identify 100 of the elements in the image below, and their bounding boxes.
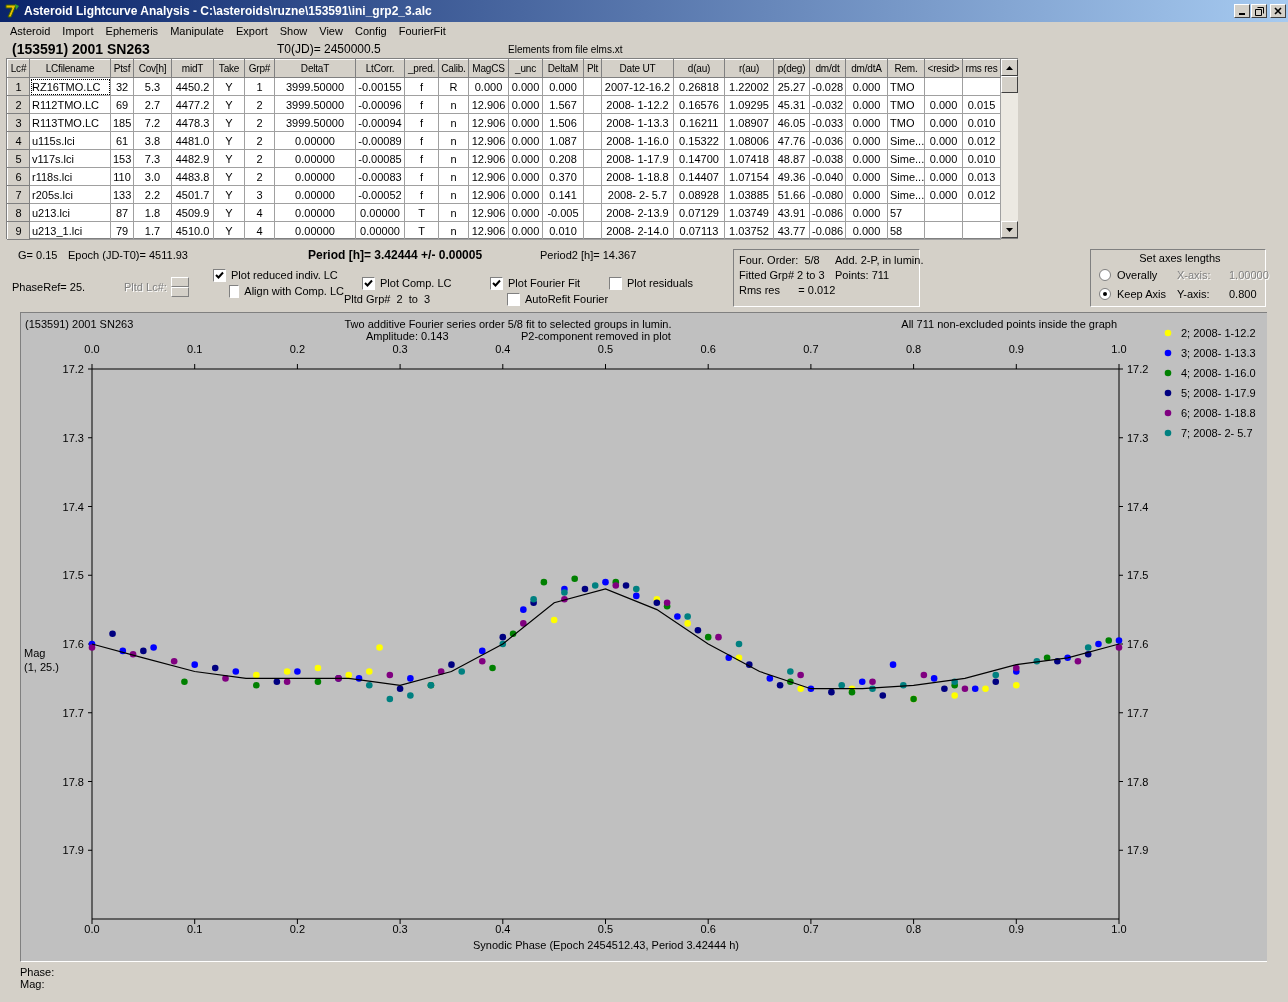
plotted-groups: Pltd Grp# 2 to 3	[344, 293, 490, 305]
table-cell: 0.000	[508, 185, 543, 204]
table-cell: 3999.50000	[274, 95, 356, 114]
fit-info-text: Fitted Grp# 2 to 3	[739, 269, 826, 281]
chart-object-name: (153591) 2001 SN263	[25, 318, 134, 330]
table-cell: 3999.50000	[274, 113, 356, 132]
table-cell: Y	[213, 131, 245, 150]
table-cell: -0.033	[809, 113, 846, 132]
table-cell: 0.000	[924, 167, 963, 186]
tick-label: 17.7	[1127, 706, 1149, 719]
tick-label: 0.8	[905, 343, 922, 355]
table-cell: 0.00000	[274, 221, 356, 240]
table-cell: 25.27	[773, 77, 810, 96]
table-cell: f	[404, 113, 439, 132]
table-cell: 4510.0	[171, 221, 214, 240]
table-cell: 0.000	[845, 167, 888, 186]
table-cell: 133	[110, 185, 134, 204]
table-cell: 2008- 2- 5.7	[601, 185, 674, 204]
table-cell: n	[438, 185, 469, 204]
tick-label: 0.1	[187, 343, 203, 355]
y-axis-subtitle: (1, 25.)	[24, 661, 59, 673]
tick-label: 0.4	[495, 923, 511, 935]
table-cell: u213_1.lci	[29, 221, 111, 240]
tick-label: 17.5	[1127, 569, 1149, 582]
status-label: Mag:	[20, 978, 46, 990]
legend-label: 3; 2008- 1-13.3	[1181, 347, 1256, 359]
table-cell: -0.00052	[355, 185, 405, 204]
table-cell: 79	[110, 221, 134, 240]
table-cell: 0.015	[962, 95, 1001, 114]
axis-length: 0.800	[1229, 288, 1258, 300]
table-cell: 0.16576	[673, 95, 725, 114]
x-axis-title: Synodic Phase (Epoch 2454512.43, Period 3.42444 h)	[473, 939, 739, 951]
tick-label: 17.6	[62, 638, 84, 650]
table-cell: 61	[110, 131, 134, 150]
tick-label: 17.8	[62, 775, 84, 788]
chart-subtitle: P2-component removed in plot	[521, 330, 671, 342]
table-cell: 1.03885	[724, 185, 774, 204]
table-cell: -0.086	[809, 221, 846, 240]
table-cell: 0.000	[924, 149, 963, 168]
table-cell: 58	[887, 221, 925, 240]
tick-label: 0.6	[700, 923, 716, 935]
table-cell: 4483.8	[171, 167, 214, 186]
table-cell: 1.8	[133, 203, 172, 222]
table-cell: 0.00000	[274, 167, 356, 186]
table-cell: -0.038	[809, 149, 846, 168]
tick-label: 17.8	[1127, 775, 1149, 788]
table-cell: 69	[110, 95, 134, 114]
table-cell: n	[438, 149, 469, 168]
table-cell: 49.36	[773, 167, 810, 186]
table-cell: 4481.0	[171, 131, 214, 150]
table-cell: 1.087	[542, 131, 584, 150]
table-cell: 110	[110, 167, 134, 186]
tick-label: 0.9	[1008, 923, 1024, 935]
elements-text: Elements from file elms.xt	[508, 43, 623, 55]
tick-label: 1.0	[1111, 343, 1127, 355]
table-cell: 0.010	[962, 149, 1001, 168]
table-cell: 12.906	[468, 185, 509, 204]
table-cell: 0.000	[508, 95, 543, 114]
table-cell: -0.080	[809, 185, 846, 204]
table-cell: f	[404, 77, 439, 96]
tick-label: 0.8	[905, 923, 922, 935]
table-cell: 0.000	[845, 95, 888, 114]
table-cell: 2	[244, 113, 275, 132]
table-cell: 2008- 1-18.8	[601, 167, 674, 186]
table-cell: f	[404, 149, 439, 168]
tick-label: 0.7	[803, 343, 819, 355]
table-cell: RZ16TMO.LC	[29, 77, 111, 96]
table-cell: 0.16211	[673, 113, 725, 132]
table-cell: Sime...	[887, 149, 925, 168]
table-cell: 12.906	[468, 167, 509, 186]
table-cell: TMO	[887, 95, 925, 114]
table-cell: 2007-12-16.2	[601, 77, 674, 96]
table-cell: 2	[244, 167, 275, 186]
table-cell: 4477.2	[171, 95, 214, 114]
legend-label: 7; 2008- 2- 5.7	[1181, 427, 1253, 439]
table-cell: 1.506	[542, 113, 584, 132]
asteroid-name: (153591) 2001 SN263	[12, 41, 151, 57]
tick-label: 0.3	[392, 343, 408, 355]
table-cell: 3.0	[133, 167, 172, 186]
axis-length: 1.00000	[1229, 269, 1269, 281]
table-cell: 7.2	[133, 113, 172, 132]
table-cell: -0.005	[542, 203, 584, 222]
table-cell: 0.012	[962, 131, 1001, 150]
tick-label: 17.6	[1127, 638, 1149, 650]
table-cell: 4478.3	[171, 113, 214, 132]
table-cell: 4450.2	[171, 77, 214, 96]
table-cell: 0.00000	[355, 221, 405, 240]
table-cell: 45.31	[773, 95, 810, 114]
table-cell: 0.208	[542, 149, 584, 168]
table-cell: 0.010	[962, 113, 1001, 132]
table-cell: Y	[213, 95, 245, 114]
table-cell: TMO	[887, 77, 925, 96]
table-cell: 0.000	[508, 77, 543, 96]
table-cell: 2008- 1-13.3	[601, 113, 674, 132]
tick-label: 17.7	[62, 706, 84, 719]
table-cell: Y	[213, 185, 245, 204]
table-cell: 0.012	[962, 185, 1001, 204]
table-cell: 4	[244, 221, 275, 240]
table-cell: Sime...	[887, 185, 925, 204]
table-cell: 2.2	[133, 185, 172, 204]
